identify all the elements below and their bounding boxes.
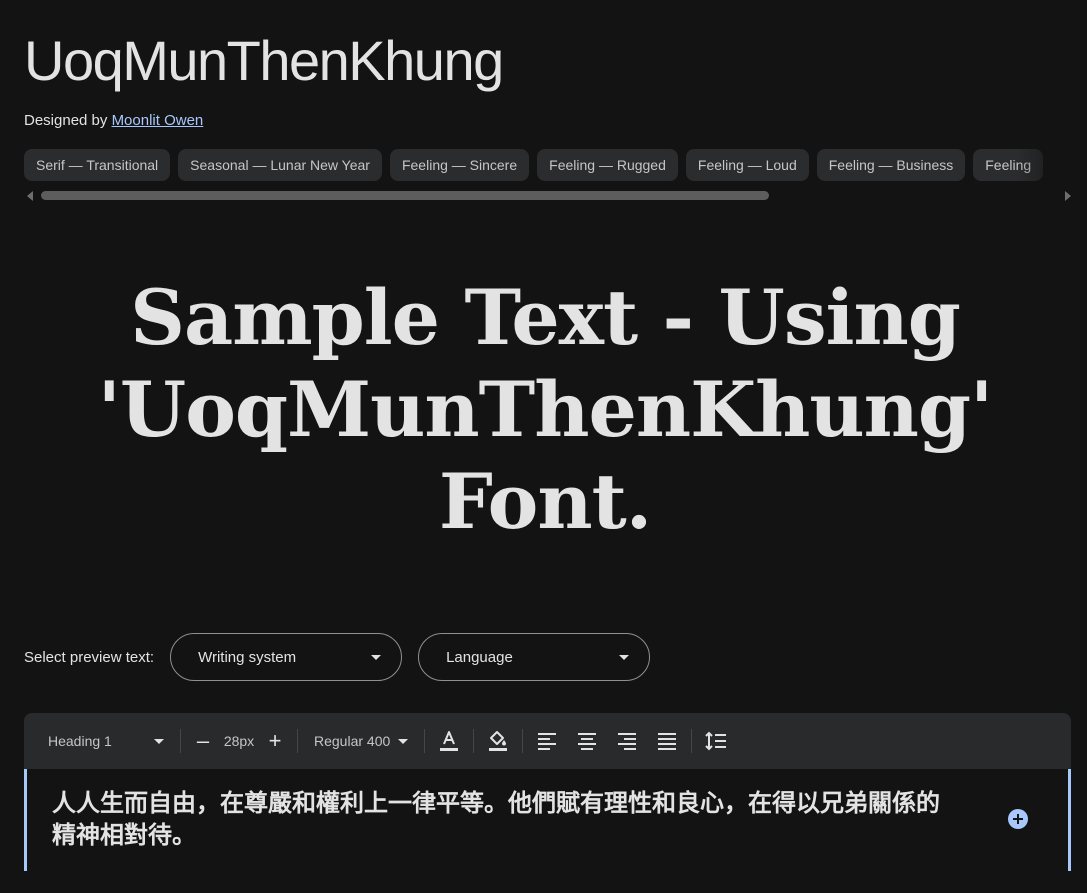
tag-chip[interactable]: Feeling — Rugged <box>537 149 678 181</box>
text-style-select[interactable]: Heading 1 <box>36 721 176 761</box>
writing-system-select[interactable]: Writing system <box>170 633 403 681</box>
toolbar-divider <box>180 729 181 753</box>
line-height-button[interactable] <box>696 721 736 761</box>
tag-chip[interactable]: Serif — Transitional <box>24 149 171 181</box>
minus-icon: – <box>196 728 210 753</box>
decrease-size-button[interactable]: – <box>185 721 221 761</box>
font-weight-value: Regular 400 <box>314 733 391 749</box>
align-justify-icon <box>658 733 677 750</box>
tag-chip[interactable]: Feeling <box>973 149 1044 181</box>
preview-label: Select preview text: <box>24 648 155 666</box>
text-color-icon <box>440 731 459 751</box>
tag-scrollbar[interactable] <box>24 188 1074 204</box>
designer-prefix: Designed by <box>24 112 108 129</box>
toolbar-divider <box>424 729 426 753</box>
tag-chip[interactable]: Feeling — Business <box>816 149 966 181</box>
tag-chip[interactable]: Feeling — Sincere <box>389 149 530 181</box>
font-size-value[interactable]: 28px <box>221 733 257 749</box>
dropdown-caret-icon <box>398 738 409 744</box>
align-center-button[interactable] <box>567 721 607 761</box>
align-center-icon <box>578 733 597 750</box>
line-height-icon <box>705 731 727 751</box>
toolbar-divider <box>522 729 524 753</box>
text-color-button[interactable] <box>429 721 469 761</box>
align-left-button[interactable] <box>527 721 567 761</box>
align-right-button[interactable] <box>607 721 647 761</box>
toolbar-divider <box>297 729 298 753</box>
font-title: UoqMunThenKhung <box>24 29 504 92</box>
dropdown-caret-icon <box>371 654 382 660</box>
tag-chip[interactable]: Seasonal — Lunar New Year <box>178 149 382 181</box>
writing-system-value: Writing system <box>198 648 297 666</box>
fill-color-icon <box>489 731 508 751</box>
align-left-icon <box>538 733 557 750</box>
plus-icon <box>1013 814 1023 824</box>
language-select[interactable]: Language <box>418 633 651 681</box>
font-weight-select[interactable]: Regular 400 <box>302 721 420 761</box>
align-justify-button[interactable] <box>647 721 687 761</box>
designer-line: Designed by Moonlit Owen <box>24 111 203 131</box>
dropdown-caret-icon <box>619 654 630 660</box>
toolbar-divider <box>691 729 693 753</box>
add-circle-icon[interactable] <box>1008 809 1028 829</box>
preview-selector-row: Select preview text: Writing system Lang… <box>24 633 666 681</box>
editor-preview-text[interactable]: 人人生而自由，在尊嚴和權利上一律平等。他們賦有理性和良心，在得以兄弟關係的精神相… <box>52 787 962 851</box>
editor-toolbar: Heading 1 – 28px + Regular 400 <box>24 713 1071 769</box>
toolbar-divider <box>473 729 475 753</box>
dropdown-caret-icon <box>154 738 164 744</box>
increase-size-button[interactable]: + <box>257 721 293 761</box>
align-right-icon <box>618 733 637 750</box>
designer-link[interactable]: Moonlit Owen <box>112 112 204 129</box>
scrollbar-thumb[interactable] <box>41 191 769 200</box>
scroll-right-arrow-icon[interactable] <box>1065 191 1071 201</box>
plus-icon: + <box>268 728 282 753</box>
preview-editor[interactable]: 人人生而自由，在尊嚴和權利上一律平等。他們賦有理性和良心，在得以兄弟關係的精神相… <box>24 769 1071 871</box>
highlight-color-button[interactable] <box>478 721 518 761</box>
tag-list: Serif — Transitional Seasonal — Lunar Ne… <box>24 149 1087 181</box>
sample-text-preview: Sample Text - Using 'UoqMunThenKhung' Fo… <box>97 273 994 546</box>
language-value: Language <box>446 648 513 666</box>
tag-chip[interactable]: Feeling — Loud <box>685 149 809 181</box>
scroll-left-arrow-icon[interactable] <box>27 191 33 201</box>
text-style-value: Heading 1 <box>48 733 112 749</box>
